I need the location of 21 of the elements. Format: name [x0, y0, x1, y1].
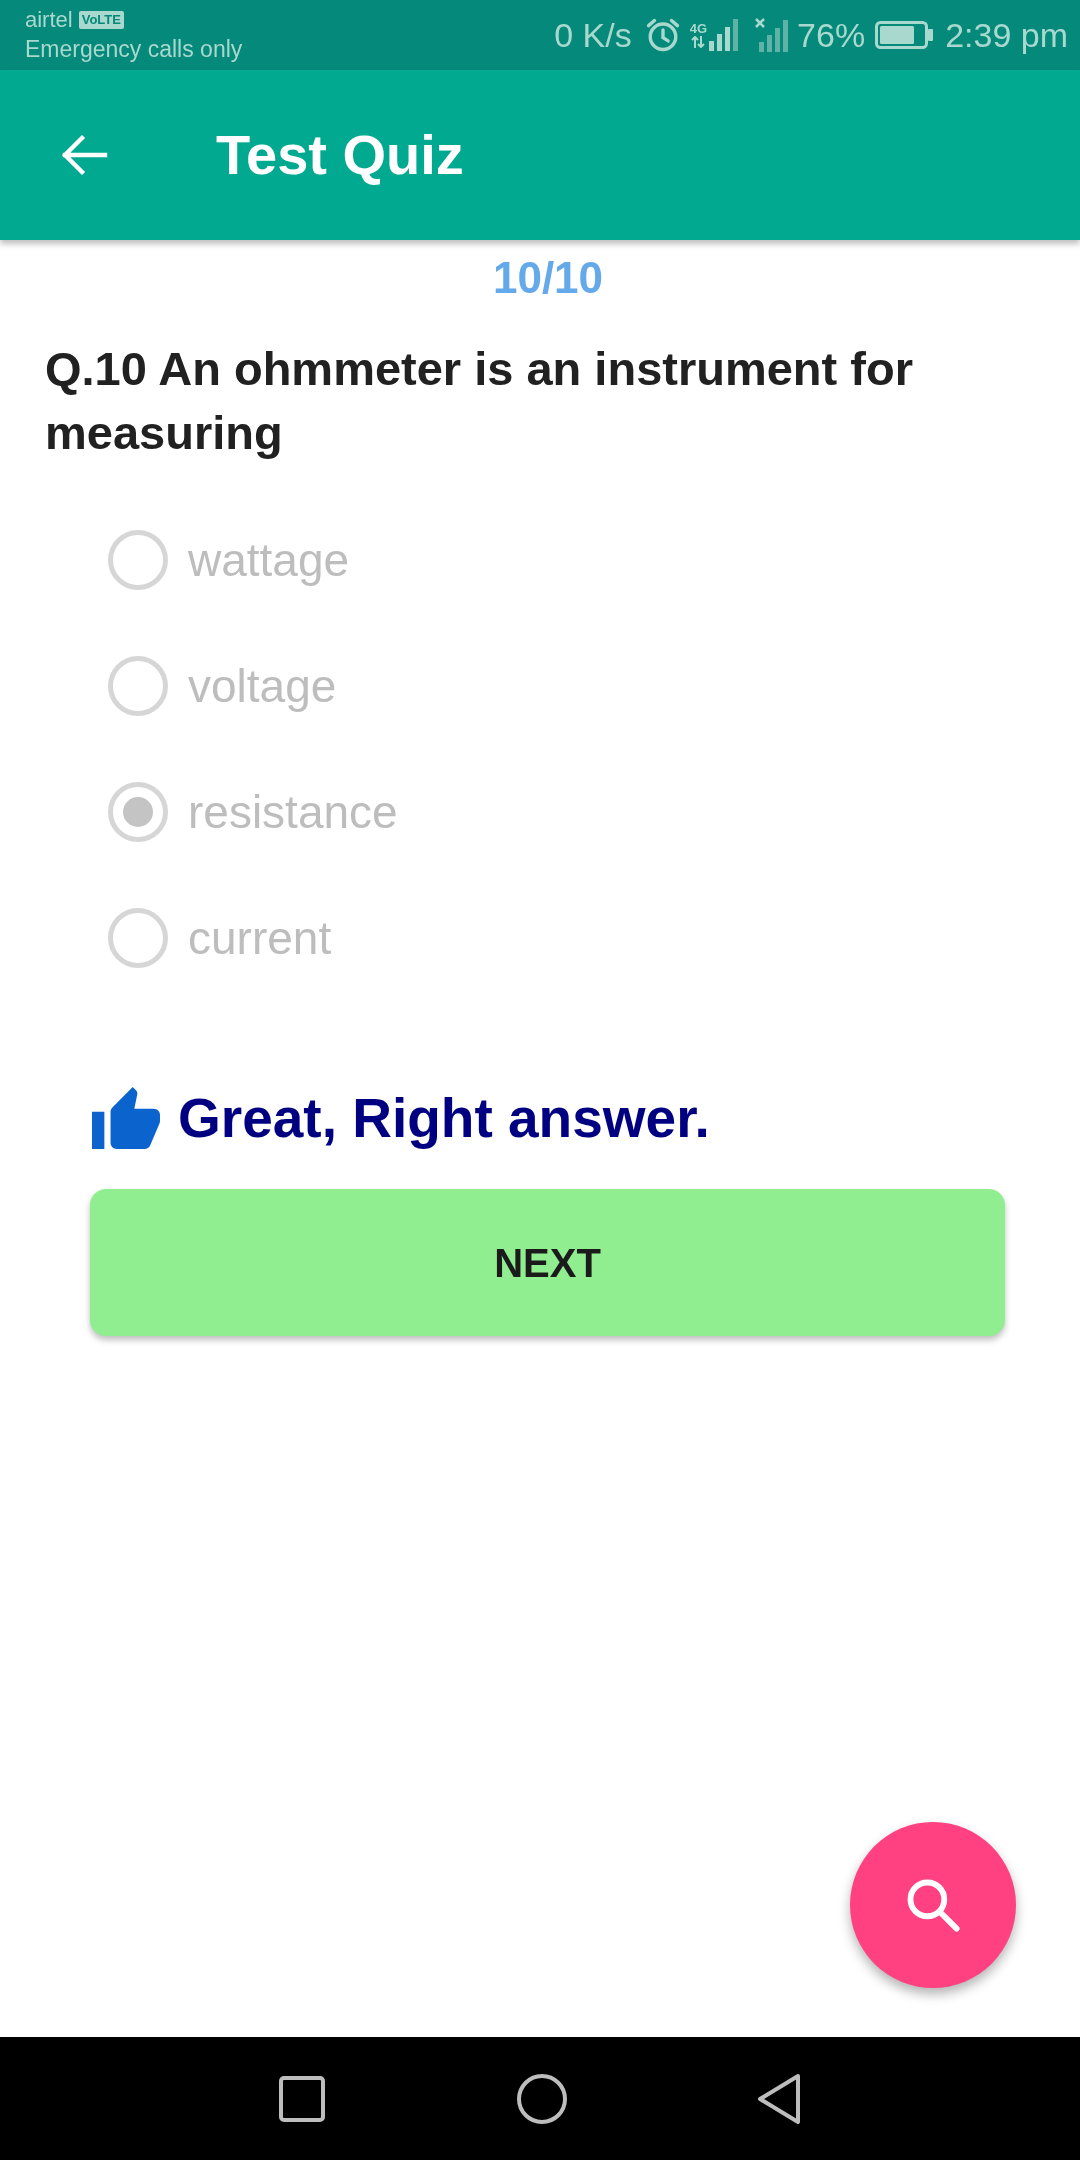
battery-percent: 76% — [797, 15, 866, 55]
next-button[interactable]: NEXT — [90, 1189, 1005, 1336]
network-type-label: 4G — [689, 22, 708, 36]
alarm-clock-icon — [645, 18, 680, 52]
data-arrows-icon — [691, 36, 706, 48]
recents-square-icon[interactable] — [279, 2075, 325, 2122]
network-status-text: Emergency calls only — [25, 35, 243, 63]
screen-title: Test Quiz — [216, 122, 464, 188]
home-circle-icon[interactable] — [517, 2073, 567, 2124]
feedback-message: Great, Right answer. — [178, 1086, 710, 1151]
back-arrow-icon — [60, 133, 108, 177]
clock-time: 2:39 pm — [945, 15, 1068, 55]
back-triangle-icon[interactable] — [757, 2073, 801, 2124]
battery-icon — [875, 21, 934, 49]
question-counter: 10/10 — [491, 252, 604, 304]
carrier-name: airtel — [25, 7, 73, 33]
volte-badge: VoLTE — [78, 11, 124, 29]
question-text: Q.10 An ohmmeter is an instrument for measuring — [45, 341, 914, 461]
search-icon — [906, 1878, 960, 1932]
search-fab[interactable] — [850, 1822, 1016, 1988]
network-speed: 0 K/s — [554, 15, 632, 55]
